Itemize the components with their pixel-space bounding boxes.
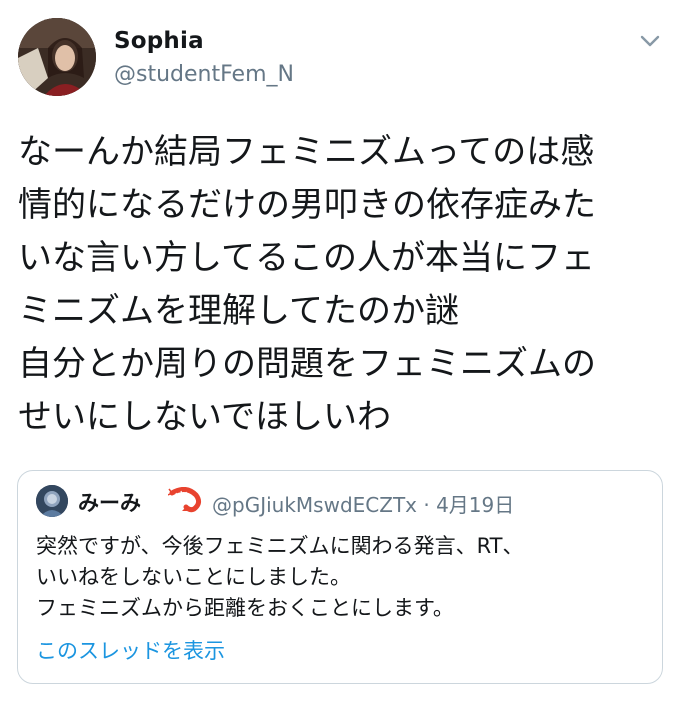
quoted-display-name[interactable]: みーみ <box>78 487 141 517</box>
quoted-author-avatar[interactable] <box>36 485 68 517</box>
tweet-card: Sophia @studentFem_N なーんか結局フェミニズムってのは感 情… <box>0 0 680 714</box>
quoted-handle-and-date[interactable]: @pGJiukMswdECZTx · 4月19日 <box>212 489 514 518</box>
chevron-down-icon[interactable] <box>636 30 664 52</box>
author-avatar[interactable] <box>18 18 96 96</box>
show-thread-link[interactable]: このスレッドを表示 <box>36 635 225 665</box>
tweet-text: なーんか結局フェミニズムってのは感 情的になるだけの男叩きの依存症みた いな言い… <box>18 132 596 437</box>
quoted-tweet[interactable]: みーみ @pGJiukMswdECZTx · 4月19日 突然ですが、今後フェミ… <box>17 470 663 684</box>
quoted-tweet-text: 突然ですが、今後フェミニズムに関わる発言、RT、 いいねをしないことにしました。… <box>36 534 524 620</box>
shrimp-icon <box>167 487 202 513</box>
author-display-name[interactable]: Sophia <box>114 28 204 54</box>
author-handle[interactable]: @studentFem_N <box>114 62 294 87</box>
